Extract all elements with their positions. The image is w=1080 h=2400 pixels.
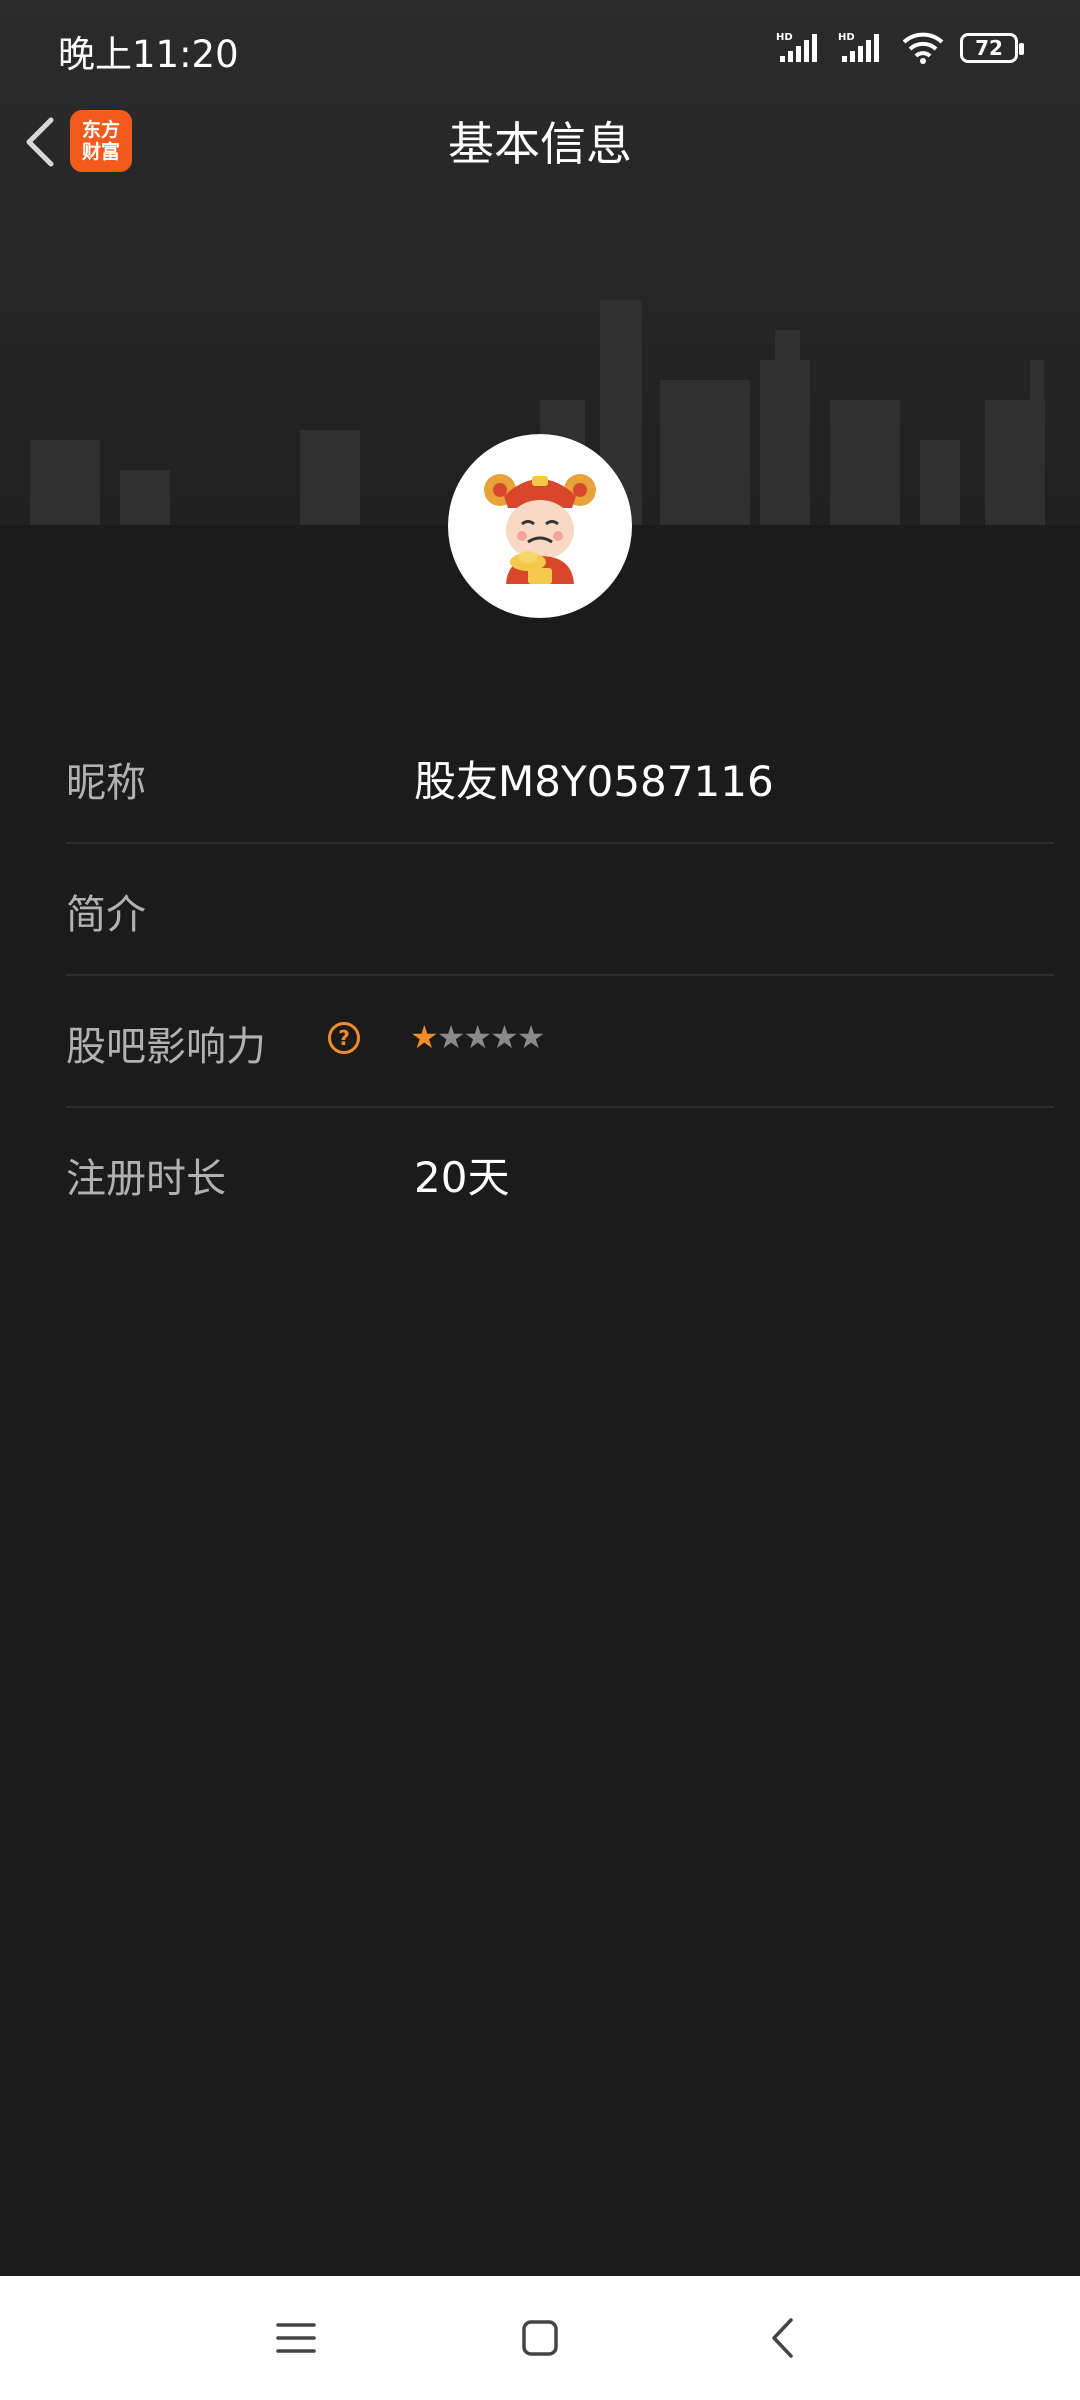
registration-row: 注册时长 20天: [66, 1108, 1054, 1240]
influence-label: 股吧影响力: [66, 1024, 266, 1070]
svg-text:HD: HD: [776, 32, 793, 43]
menu-icon: [276, 2323, 316, 2353]
page-title: 基本信息: [448, 117, 632, 171]
avatar[interactable]: [448, 434, 632, 618]
wifi-icon: [902, 32, 944, 64]
influence-row: 股吧影响力 ? ★★★★★: [66, 976, 1054, 1108]
home-button[interactable]: [508, 2306, 572, 2370]
back-icon: [772, 2318, 793, 2358]
registration-value: 20天: [414, 1153, 510, 1202]
info-list: 昵称 股友M8Y0587116 简介 股吧影响力 ? ★★★★★ 注册时长 20…: [66, 712, 1054, 1240]
star-filled: ★: [410, 1018, 439, 1056]
bio-row[interactable]: 简介: [66, 844, 1054, 976]
status-icons: HD HD 72: [776, 28, 1024, 68]
status-time: 晚上11:20: [58, 33, 239, 76]
battery-icon: 72: [960, 33, 1024, 63]
top-nav-bar: 东方 财富 基本信息: [0, 96, 1080, 186]
system-nav-bar: [0, 2276, 1080, 2400]
menu-button[interactable]: [264, 2306, 328, 2370]
battery-level: 72: [975, 36, 1003, 60]
hd-signal-icon: HD: [838, 32, 879, 62]
god-of-wealth-avatar: [484, 474, 596, 584]
nickname-row[interactable]: 昵称 股友M8Y0587116: [66, 712, 1054, 844]
nickname-label: 昵称: [66, 760, 146, 806]
influence-rating: ★★★★★: [410, 1018, 546, 1056]
status-bar: 晚上11:20 HD HD 72: [0, 0, 1080, 96]
home-icon: [522, 2320, 558, 2356]
hd-signal-icon: HD: [776, 32, 817, 62]
svg-text:HD: HD: [838, 32, 855, 43]
registration-label: 注册时长: [66, 1156, 226, 1202]
question-circle-icon[interactable]: ?: [328, 1022, 360, 1054]
star-empty: ★★★★: [436, 1018, 546, 1056]
bio-label: 简介: [66, 892, 146, 938]
nickname-value: 股友M8Y0587116: [414, 757, 774, 806]
system-back-button[interactable]: [750, 2306, 814, 2370]
